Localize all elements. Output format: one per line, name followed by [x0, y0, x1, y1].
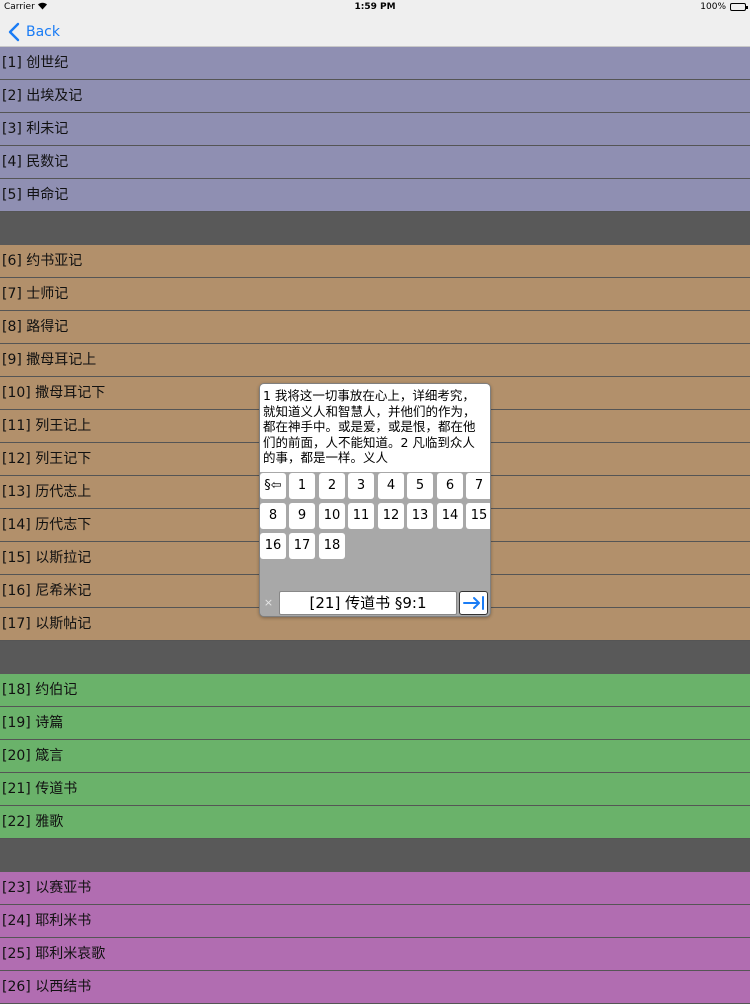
clear-icon[interactable]: × — [263, 597, 274, 608]
book-row[interactable]: [6] 约书亚记 — [0, 245, 750, 278]
section-separator — [0, 212, 750, 245]
verse-key[interactable]: 18 — [319, 533, 345, 559]
book-row[interactable]: [8] 路得记 — [0, 311, 750, 344]
verse-key[interactable]: 7 — [466, 473, 490, 499]
book-row[interactable]: [26] 以西结书 — [0, 971, 750, 1004]
status-bar: Carrier 1:59 PM 100% — [0, 0, 750, 16]
book-row[interactable]: [9] 撒母耳记上 — [0, 344, 750, 377]
verse-key[interactable]: 5 — [407, 473, 433, 499]
verse-key[interactable]: 2 — [319, 473, 345, 499]
book-row[interactable]: [4] 民数记 — [0, 146, 750, 179]
book-row[interactable]: [1] 创世纪 — [0, 47, 750, 80]
verse-key[interactable]: 9 — [289, 503, 315, 529]
book-row[interactable]: [21] 传道书 — [0, 773, 750, 806]
navigation-bar: Back — [0, 16, 750, 47]
chevron-left-icon — [8, 22, 20, 42]
book-row[interactable]: [25] 耶利米哀歌 — [0, 938, 750, 971]
book-row[interactable]: [19] 诗篇 — [0, 707, 750, 740]
verse-key[interactable]: 14 — [437, 503, 463, 529]
status-time: 1:59 PM — [354, 2, 396, 12]
go-button[interactable] — [459, 591, 488, 615]
verse-key[interactable]: 6 — [437, 473, 463, 499]
verse-preview-text[interactable]: 1 我将这一切事放在心上，详细考究，就知道义人和智慧人，并他们的作为，都在神手中… — [260, 384, 490, 472]
book-row[interactable]: [23] 以赛亚书 — [0, 872, 750, 905]
verse-key[interactable]: 4 — [378, 473, 404, 499]
book-row[interactable]: [3] 利未记 — [0, 113, 750, 146]
verse-picker-popup: 1 我将这一切事放在心上，详细考究，就知道义人和智慧人，并他们的作为，都在神手中… — [259, 383, 491, 617]
back-button-label: Back — [26, 24, 60, 40]
back-button[interactable]: Back — [8, 21, 60, 43]
book-row[interactable]: [5] 申命记 — [0, 179, 750, 212]
verse-key[interactable]: 16 — [260, 533, 286, 559]
book-row[interactable]: [24] 耶利米书 — [0, 905, 750, 938]
verse-key[interactable]: 3 — [348, 473, 374, 499]
reference-field[interactable]: [21] 传道书 §9:1 — [279, 591, 457, 615]
book-row[interactable]: [18] 约伯记 — [0, 674, 750, 707]
reference-bar: × [21] 传道书 §9:1 — [260, 588, 490, 616]
verse-key[interactable]: 11 — [348, 503, 374, 529]
section-separator — [0, 839, 750, 872]
book-row[interactable]: [20] 箴言 — [0, 740, 750, 773]
arrow-to-right-icon — [462, 596, 484, 610]
section-separator — [0, 641, 750, 674]
verse-key[interactable]: 10 — [319, 503, 345, 529]
book-row[interactable]: [2] 出埃及记 — [0, 80, 750, 113]
verse-key[interactable]: 12 — [378, 503, 404, 529]
verse-key[interactable]: 8 — [260, 503, 286, 529]
verse-key[interactable]: 1 — [289, 473, 315, 499]
battery-percent: 100% — [700, 2, 726, 12]
book-row[interactable]: [22] 雅歌 — [0, 806, 750, 839]
verse-key[interactable]: 15 — [466, 503, 490, 529]
book-row[interactable]: [7] 士师记 — [0, 278, 750, 311]
verse-key[interactable]: 13 — [407, 503, 433, 529]
battery-icon — [730, 3, 748, 11]
section-back-key[interactable]: §⇦ — [260, 473, 286, 499]
verse-key[interactable]: 17 — [289, 533, 315, 559]
